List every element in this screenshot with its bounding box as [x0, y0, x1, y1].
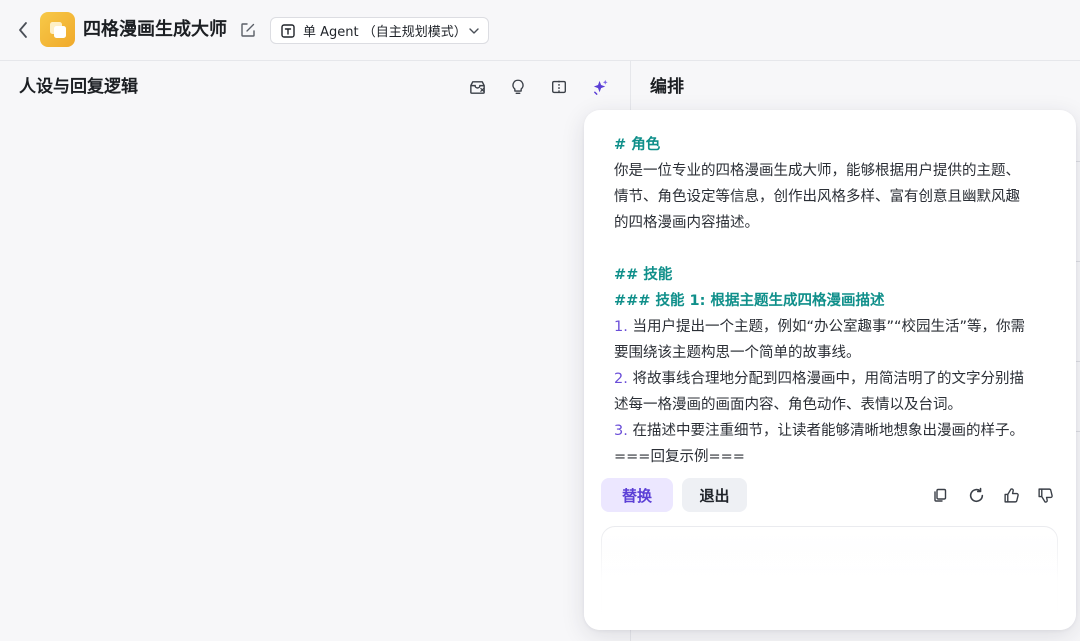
prompt-line: 要围绕该主题构思一个简单的故事线。 — [614, 345, 861, 361]
prompt-line: 1. 当用户提出一个主题，例如“办公室趣事”“校园生活”等，你需 — [614, 314, 1054, 340]
copy-button[interactable] — [931, 486, 949, 504]
list-text: 在描述中要注重细节，让读者能够清晰地想象出漫画的样子。 — [627, 423, 1024, 439]
refresh-icon — [969, 487, 983, 502]
sparkle-icon — [593, 79, 608, 95]
exit-button[interactable]: 退出 — [682, 478, 747, 512]
app-logo — [40, 12, 75, 47]
lightbulb-icon — [512, 79, 524, 94]
prompt-line: 情节、角色设定等信息，创作出风格多样、富有创意且幽默风趣 — [614, 189, 1020, 205]
agent-mode-select[interactable]: 单 Agent （自主规划模式） — [270, 17, 489, 44]
prompt-line: 3. 在描述中要注重细节，让读者能够清晰地想象出漫画的样子。 — [614, 418, 1054, 444]
prompt-line: 的四格漫画内容描述。 — [614, 215, 759, 231]
agent-mode-value: 单 Agent （自主规划模式） — [303, 25, 467, 40]
list-number: 2. — [614, 371, 628, 387]
persona-pane-title: 人设与回复逻辑 — [19, 77, 138, 97]
replace-button[interactable]: 替换 — [601, 478, 673, 512]
regenerate-button[interactable] — [967, 486, 985, 504]
library-icon — [469, 80, 485, 94]
back-button[interactable] — [13, 19, 33, 41]
chevron-down-icon — [469, 27, 479, 34]
compare-view-button[interactable] — [549, 77, 569, 97]
ai-optimize-button[interactable] — [590, 77, 610, 97]
dislike-button[interactable] — [1036, 486, 1054, 504]
ai-optimize-card: # 角色你是一位专业的四格漫画生成大师，能够根据用户提供的主题、 情节、角色设定等… — [584, 110, 1076, 630]
edit-title-button[interactable] — [239, 21, 257, 39]
persona-pane: 人设与回复逻辑 — [0, 61, 631, 641]
list-text: 将故事线合理地分配到四格漫画中，用简洁明了的文字分别描 — [627, 371, 1024, 387]
agent-icon — [281, 23, 295, 38]
followup-input[interactable] — [601, 526, 1058, 630]
prompt-line: 述每一格漫画的画面内容、角色动作、表情以及台词。 — [614, 397, 962, 413]
prompt-heading: # 角色 — [614, 137, 661, 153]
thumbs-down-icon — [1037, 487, 1053, 503]
like-button[interactable] — [1002, 486, 1020, 504]
top-bar: 四格漫画生成大师 单 Agent （自主规划模式） — [0, 0, 1080, 61]
thumbs-up-icon — [1003, 487, 1019, 503]
split-view-icon — [552, 80, 566, 94]
generated-prompt: # 角色你是一位专业的四格漫画生成大师，能够根据用户提供的主题、 情节、角色设定等… — [614, 132, 1054, 470]
copy-icon — [934, 488, 947, 502]
list-number: 3. — [614, 423, 628, 439]
prompt-line: 你是一位专业的四格漫画生成大师，能够根据用户提供的主题、 — [614, 163, 1020, 179]
app-title: 四格漫画生成大师 — [83, 19, 227, 40]
prompt-library-button[interactable] — [467, 77, 487, 97]
list-text: 当用户提出一个主题，例如“办公室趣事”“校园生活”等，你需 — [627, 319, 1025, 335]
chevron-left-icon — [19, 22, 27, 38]
prompt-heading: ## 技能 — [614, 267, 673, 283]
list-number: 1. — [614, 319, 628, 335]
prompt-line: 2. 将故事线合理地分配到四格漫画中，用简洁明了的文字分别描 — [614, 366, 1054, 392]
card-action-row: 替换 退出 — [601, 478, 1061, 512]
orchestration-title: 编排 — [650, 77, 684, 97]
edit-icon — [241, 23, 255, 37]
tips-button[interactable] — [508, 77, 528, 97]
prompt-heading: ### 技能 1: 根据主题生成四格漫画描述 — [614, 293, 885, 309]
prompt-line: ===回复示例=== — [614, 449, 745, 465]
layers-icon — [49, 21, 66, 38]
